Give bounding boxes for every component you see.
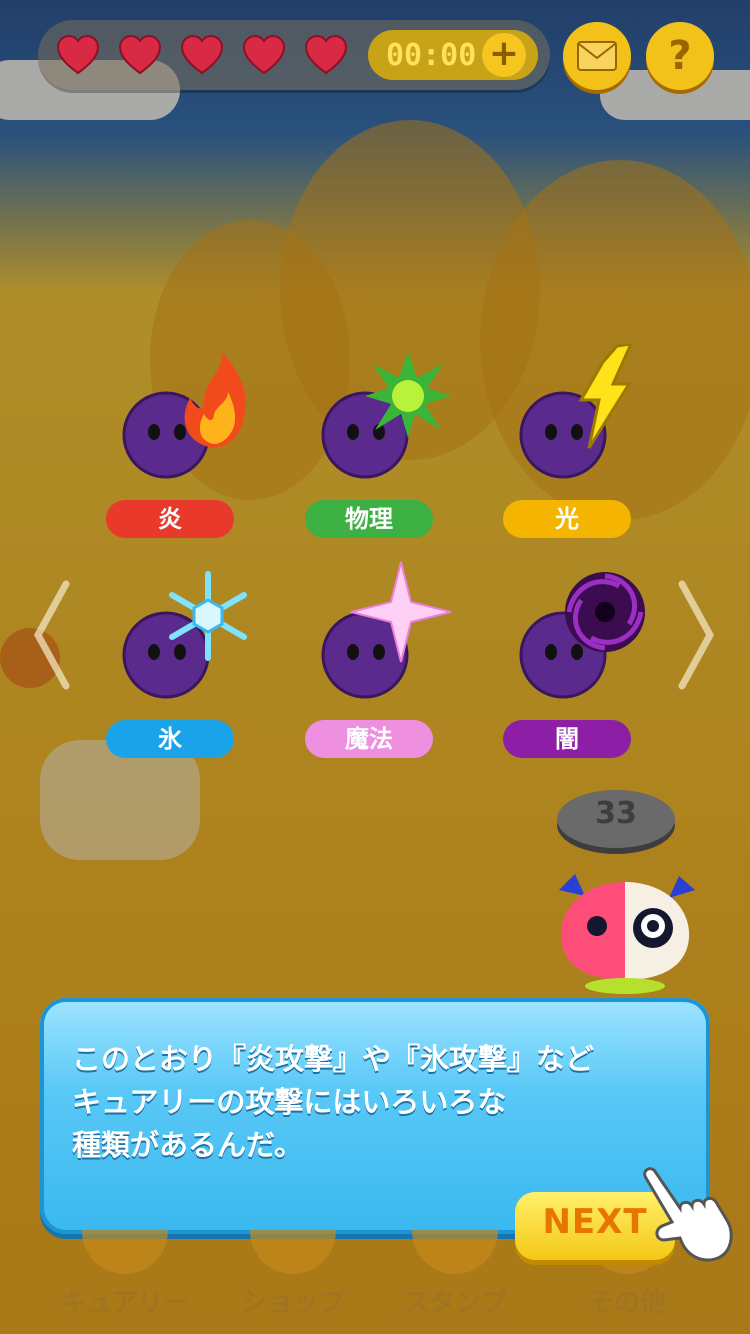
attack-type-dark: 闇 bbox=[503, 570, 645, 770]
mascot-character bbox=[559, 874, 695, 994]
type-label-light: 光 bbox=[503, 500, 631, 538]
heart-icon bbox=[118, 35, 162, 75]
help-button[interactable]: ? bbox=[646, 22, 714, 90]
nav-curie[interactable]: キュアリー bbox=[50, 1230, 200, 1330]
attack-type-physical: 物理 bbox=[305, 350, 451, 550]
level-marker[interactable]: 33 bbox=[557, 790, 675, 848]
burst-icon bbox=[365, 352, 451, 438]
nav-label: その他 bbox=[587, 1288, 666, 1318]
level-number: 33 bbox=[595, 796, 637, 831]
heart-icon bbox=[304, 35, 348, 75]
dialog-message: このとおり『炎攻撃』や『氷攻撃』など キュアリーの攻撃にはいろいろな 種類がある… bbox=[72, 1042, 595, 1162]
heart-icon bbox=[242, 35, 286, 75]
nav-stamp[interactable]: スタンプ bbox=[380, 1230, 530, 1330]
type-label-dark: 闇 bbox=[503, 720, 631, 758]
mail-button[interactable] bbox=[563, 22, 631, 90]
pointing-hand-icon bbox=[643, 1167, 733, 1262]
chevron-left-icon[interactable] bbox=[32, 580, 72, 690]
flame-icon bbox=[184, 352, 246, 448]
nav-label: ショップ bbox=[240, 1288, 345, 1318]
timer-text: 00:00 bbox=[386, 38, 477, 73]
attack-type-light: 光 bbox=[503, 344, 633, 550]
attack-type-fire: 炎 bbox=[106, 350, 246, 550]
snowflake-icon bbox=[169, 571, 247, 661]
heart-icon bbox=[180, 35, 224, 75]
status-bar: 00:00 + bbox=[38, 20, 550, 90]
sparkle-icon bbox=[350, 561, 452, 663]
heart-timer: 00:00 + bbox=[368, 30, 538, 80]
type-label-fire: 炎 bbox=[106, 500, 234, 538]
attack-type-ice: 氷 bbox=[106, 570, 247, 770]
nav-shop[interactable]: ショップ bbox=[218, 1230, 368, 1330]
type-label-magic: 魔法 bbox=[305, 720, 433, 758]
nav-stamp-icon bbox=[412, 1230, 498, 1274]
add-hearts-button[interactable]: + bbox=[482, 33, 526, 77]
attack-type-magic: 魔法 bbox=[305, 561, 452, 770]
game-screen: 00:00 + ? 33 炎 物理 光 氷 魔法 闇 このとおり『炎攻撃』や『氷… bbox=[0, 0, 750, 1334]
type-label-physical: 物理 bbox=[305, 500, 433, 538]
nav-shop-icon bbox=[250, 1230, 336, 1274]
lightning-icon bbox=[578, 344, 633, 449]
nav-curie-icon bbox=[82, 1230, 168, 1274]
chevron-right-icon[interactable] bbox=[676, 580, 716, 690]
vortex-icon bbox=[565, 572, 645, 652]
nav-label: キュアリー bbox=[60, 1288, 190, 1318]
type-label-ice: 氷 bbox=[106, 720, 234, 758]
envelope-icon bbox=[577, 41, 617, 71]
heart-icon bbox=[56, 35, 100, 75]
nav-label: スタンプ bbox=[403, 1288, 507, 1318]
